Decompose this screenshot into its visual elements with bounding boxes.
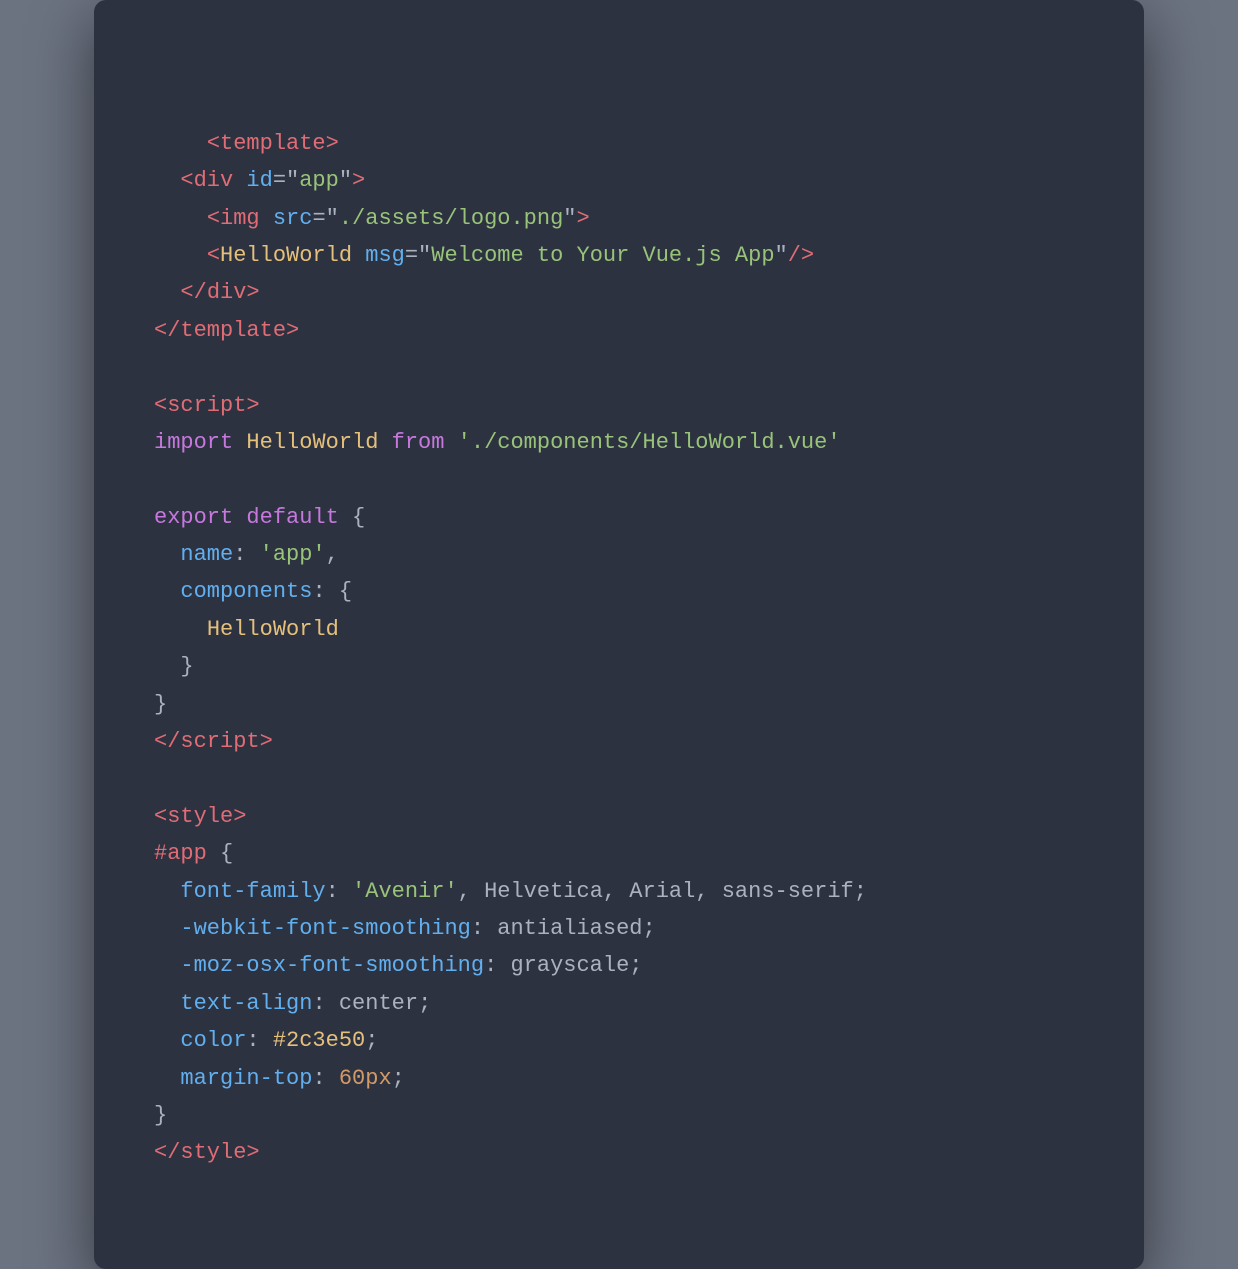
line-1: <template> <div id="app"> <img src="./as… <box>154 131 867 1166</box>
code-content: <template> <div id="app"> <img src="./as… <box>154 50 1084 1209</box>
code-window: <template> <div id="app"> <img src="./as… <box>94 0 1144 1269</box>
